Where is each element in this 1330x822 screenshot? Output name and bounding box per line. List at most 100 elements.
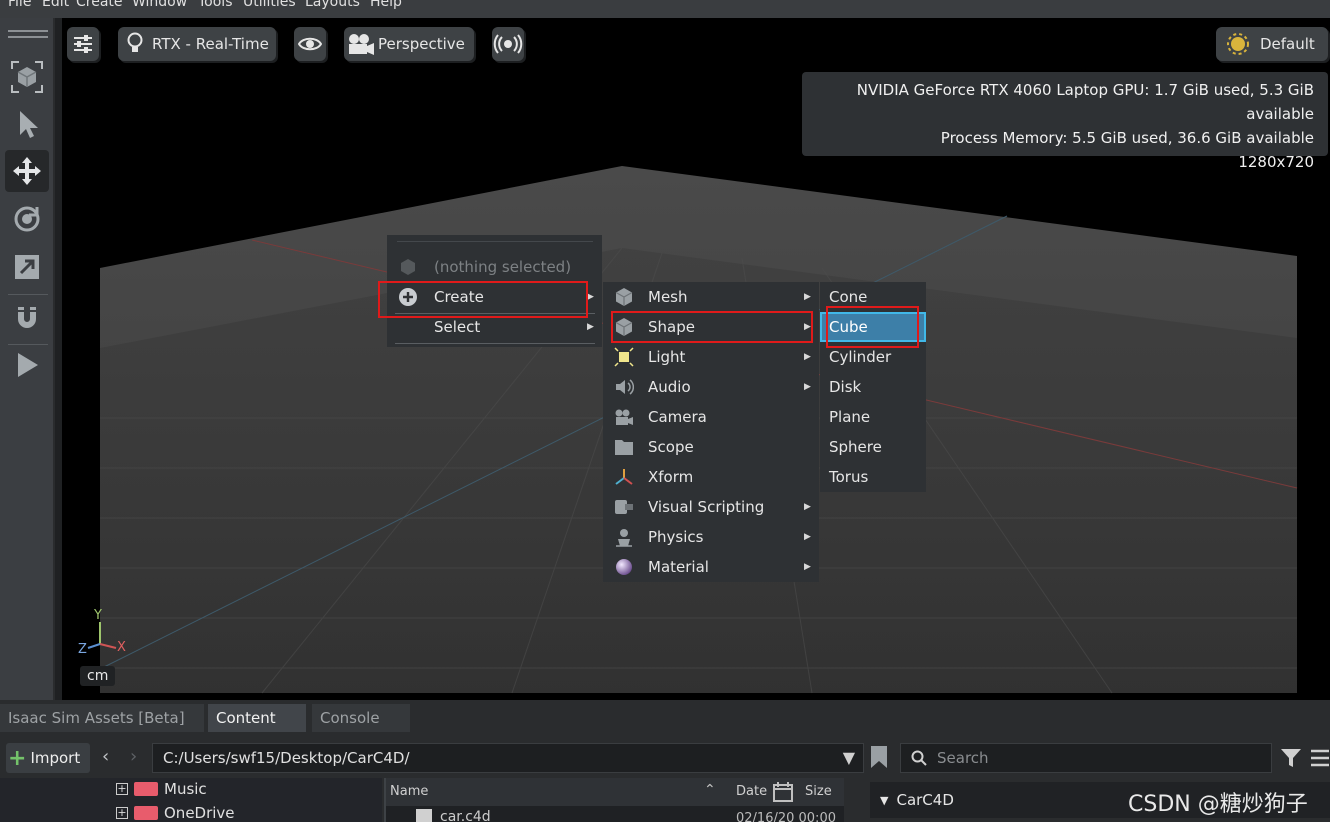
menu-item-plane[interactable]: Plane [820, 402, 926, 432]
menu-help[interactable]: Help [370, 0, 402, 10]
submenu-arrow-icon: ▶ [804, 322, 811, 332]
expand-icon[interactable]: + [116, 807, 128, 819]
camera-label: Perspective [378, 35, 465, 53]
toolbar-grip[interactable] [8, 30, 48, 32]
file-icon [416, 809, 432, 822]
menu-layouts[interactable]: Layouts [305, 0, 360, 10]
renderer-label: RTX - Real-Time [152, 35, 269, 53]
light-icon [613, 346, 635, 368]
menubar: File Edit Create Window Tools Utilities … [0, 0, 1330, 18]
column-name[interactable]: Name [390, 784, 428, 799]
menu-divider [395, 343, 595, 344]
create-submenu: Mesh ▶ Shape ▶ Light ▶ Audio ▶ Camera Sc… [603, 282, 819, 582]
calendar-icon[interactable] [773, 782, 793, 806]
tree-item-onedrive[interactable]: + OneDrive [116, 804, 235, 822]
axis-z-label: Z [78, 642, 87, 657]
path-field[interactable]: C:/Users/swf15/Desktop/CarC4D/ ▼ [152, 743, 864, 773]
submenu-arrow-icon: ▶ [804, 502, 811, 512]
tab-content[interactable]: Content [208, 704, 306, 732]
submenu-arrow-icon: ▶ [587, 292, 594, 302]
file-name: car.c4d [440, 809, 491, 822]
menu-item-cube[interactable]: Cube [820, 312, 926, 342]
move-tool-icon[interactable] [5, 150, 49, 192]
left-toolbar [0, 18, 55, 700]
broadcast-button[interactable] [492, 27, 524, 61]
menu-item-material[interactable]: Material ▶ [603, 552, 819, 582]
camera-icon [344, 33, 378, 55]
cube-icon [613, 286, 635, 308]
stats-overlay: NVIDIA GeForce RTX 4060 Laptop GPU: 1.7 … [802, 72, 1328, 171]
menu-item-audio[interactable]: Audio ▶ [603, 372, 819, 402]
settings-button[interactable] [67, 27, 99, 61]
submenu-arrow-icon: ▶ [804, 382, 811, 392]
menu-item-camera[interactable]: Camera [603, 402, 819, 432]
speaker-icon [613, 376, 635, 398]
chevron-down-icon[interactable]: ▼ [843, 748, 855, 767]
tree-label: OneDrive [164, 804, 235, 822]
visibility-button[interactable] [294, 27, 326, 61]
import-button[interactable]: + Import [6, 743, 90, 773]
camera-icon [613, 406, 635, 428]
cube-icon [397, 256, 419, 278]
memory-stats: Process Memory: 5.5 GiB used, 36.6 GiB a… [940, 129, 1314, 147]
snap-magnet-icon[interactable] [5, 296, 49, 338]
filter-icon[interactable] [1280, 747, 1302, 773]
menu-tools[interactable]: Tools [198, 0, 233, 10]
file-row[interactable]: car.c4d [416, 809, 491, 822]
menu-item-shape[interactable]: Shape ▶ [603, 312, 819, 342]
lighting-button[interactable]: Default [1216, 27, 1328, 61]
scale-tool-icon[interactable] [5, 246, 49, 288]
menu-item-scope[interactable]: Scope [603, 432, 819, 462]
menu-window[interactable]: Window [132, 0, 187, 10]
renderer-button[interactable]: RTX - Real-Time [118, 27, 276, 61]
bottom-tabs: Isaac Sim Assets [Beta] Content Console [0, 704, 1330, 732]
toolbar-grip-2 [8, 36, 48, 38]
sliders-icon [74, 35, 92, 53]
select-mode-icon[interactable] [5, 56, 49, 98]
menu-item-xform[interactable]: Xform [603, 462, 819, 492]
eye-icon [298, 37, 322, 51]
search-field[interactable]: Search [900, 743, 1272, 773]
menu-item-cylinder[interactable]: Cylinder [820, 342, 926, 372]
tab-isaac-sim-assets[interactable]: Isaac Sim Assets [Beta] [0, 704, 204, 732]
forward-arrow-icon[interactable]: › [130, 746, 137, 767]
submenu-arrow-icon: ▶ [804, 352, 811, 362]
menu-item-mesh[interactable]: Mesh ▶ [603, 282, 819, 312]
collapse-arrow-icon[interactable]: ▼ [880, 794, 888, 807]
context-menu: (nothing selected) Create ▶ Select ▶ [387, 235, 602, 347]
menu-edit[interactable]: Edit [42, 0, 69, 10]
import-label: Import [30, 749, 81, 767]
column-size[interactable]: Size [805, 784, 832, 799]
menu-file[interactable]: File [8, 0, 31, 10]
menu-item-light[interactable]: Light ▶ [603, 342, 819, 372]
bookmark-icon[interactable] [868, 745, 892, 771]
broadcast-icon [493, 34, 523, 54]
expand-icon[interactable]: + [116, 783, 128, 795]
menu-header: (nothing selected) [387, 252, 602, 282]
menu-utilities[interactable]: Utilities [243, 0, 296, 10]
graph-icon [613, 496, 635, 518]
camera-button[interactable]: Perspective [344, 27, 474, 61]
menu-create[interactable]: Create [76, 0, 123, 10]
file-list: Name ⌃ Date Size car.c4d 02/16/20 00:00 [384, 778, 844, 822]
menu-item-visual-scripting[interactable]: Visual Scripting ▶ [603, 492, 819, 522]
lightbulb-icon [118, 32, 152, 56]
menu-item-select[interactable]: Select ▶ [387, 312, 602, 342]
rotate-tool-icon[interactable] [5, 198, 49, 240]
pointer-tool-icon[interactable] [5, 103, 49, 145]
menu-item-sphere[interactable]: Sphere [820, 432, 926, 462]
menu-lines-icon[interactable] [1310, 748, 1330, 772]
column-date[interactable]: Date [736, 784, 767, 799]
path-text: C:/Users/swf15/Desktop/CarC4D/ [163, 749, 410, 767]
tab-console[interactable]: Console [312, 704, 410, 732]
menu-item-torus[interactable]: Torus [820, 462, 926, 492]
menu-item-cone[interactable]: Cone [820, 282, 926, 312]
sort-arrow-icon[interactable]: ⌃ [704, 782, 716, 798]
tree-label: Music [164, 780, 207, 798]
menu-item-disk[interactable]: Disk [820, 372, 926, 402]
tree-item-music[interactable]: + Music [116, 780, 207, 798]
menu-item-create[interactable]: Create ▶ [387, 282, 602, 312]
play-icon[interactable] [5, 344, 49, 386]
back-arrow-icon[interactable]: ‹ [102, 746, 109, 767]
menu-item-physics[interactable]: Physics ▶ [603, 522, 819, 552]
